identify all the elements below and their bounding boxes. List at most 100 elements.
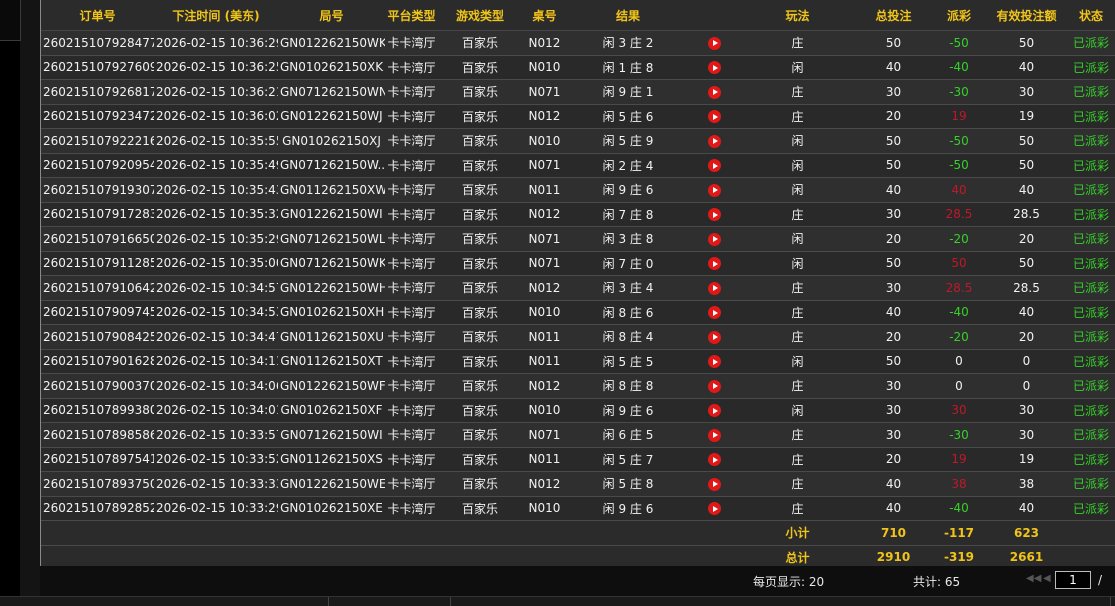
- payout-cell: -40: [931, 55, 987, 80]
- table-row[interactable]: 260215107910642 2026-02-15 10:34:57 GN0122…: [41, 275, 1115, 301]
- table-row[interactable]: 260215107911285 2026-02-15 10:35:00 GN0712…: [41, 251, 1115, 276]
- table-row[interactable]: 260215107922216 2026-02-15 10:35:55 GN0102…: [41, 128, 1115, 154]
- order-id-cell: 260215107919307: [41, 177, 154, 203]
- play-type-cell: 闲: [739, 128, 856, 154]
- valid-bet-cell: 38: [987, 471, 1066, 497]
- table-row[interactable]: 260215107908425 2026-02-15 10:34:47 GN0112…: [41, 324, 1115, 350]
- game-type-cell: 百家乐: [438, 251, 522, 276]
- play-circle-icon[interactable]: [707, 281, 721, 295]
- table-row[interactable]: 260215107892852 2026-02-15 10:33:29 GN0102…: [41, 496, 1115, 521]
- play-circle-icon[interactable]: [707, 134, 721, 148]
- result-video-cell: [689, 275, 739, 301]
- play-circle-icon[interactable]: [707, 159, 721, 173]
- table-row[interactable]: 260215107901628 2026-02-15 10:34:11 GN0112…: [41, 349, 1115, 374]
- bet-time-cell: 2026-02-15 10:35:32: [154, 202, 278, 227]
- game-type-cell: 百家乐: [438, 202, 522, 227]
- result-cell: 闲 9 庄 6: [567, 496, 689, 521]
- table-number-cell: N071: [522, 226, 567, 252]
- result-cell: 闲 3 庄 8: [567, 226, 689, 252]
- status-cell: 已派彩: [1066, 104, 1115, 129]
- table-number-cell: N010: [522, 398, 567, 423]
- total-bet-cell: 50: [856, 349, 931, 374]
- table-number-cell: N071: [522, 153, 567, 178]
- platform-cell: 卡卡湾厅: [385, 324, 438, 350]
- table-row[interactable]: 260215107917283 2026-02-15 10:35:32 GN0122…: [41, 202, 1115, 227]
- valid-bet-cell: 28.5: [987, 202, 1066, 227]
- prev-page-icon[interactable]: ◀: [1043, 573, 1051, 584]
- status-cell: 已派彩: [1066, 153, 1115, 178]
- result-cell: 闲 6 庄 5: [567, 422, 689, 448]
- play-type-cell: 庄: [739, 275, 856, 301]
- play-circle-icon[interactable]: [707, 502, 721, 516]
- table-number-cell: N071: [522, 251, 567, 276]
- table-row[interactable]: 260215107900370 2026-02-15 10:34:06 GN0122…: [41, 373, 1115, 399]
- play-circle-icon[interactable]: [707, 36, 721, 50]
- first-page-icon[interactable]: ◀◀: [1026, 573, 1041, 584]
- result-video-cell: [689, 447, 739, 472]
- table-row[interactable]: 260215107897541 2026-02-15 10:33:52 GN0112…: [41, 447, 1115, 472]
- table-number-cell: N071: [522, 79, 567, 105]
- platform-cell: 卡卡湾厅: [385, 226, 438, 252]
- game-type-cell: 百家乐: [438, 422, 522, 448]
- payout-cell: -20: [931, 226, 987, 252]
- game-type-cell: 百家乐: [438, 104, 522, 129]
- table-row[interactable]: 260215107928477 2026-02-15 10:36:29 GN0122…: [41, 30, 1115, 56]
- status-cell: 已派彩: [1066, 79, 1115, 105]
- result-cell: 闲 5 庄 8: [567, 471, 689, 497]
- table-row[interactable]: 260215107923472 2026-02-15 10:36:02 GN0122…: [41, 104, 1115, 129]
- table-row[interactable]: 260215107920954 2026-02-15 10:35:49 GN0712…: [41, 153, 1115, 178]
- round-id-cell: GN071262150WI: [278, 422, 385, 448]
- status-cell: 已派彩: [1066, 349, 1115, 374]
- result-cell: 闲 5 庄 6: [567, 104, 689, 129]
- status-cell: 已派彩: [1066, 447, 1115, 472]
- status-cell: 已派彩: [1066, 128, 1115, 154]
- total-bet-cell: 30: [856, 202, 931, 227]
- left-rail-tab[interactable]: [0, 0, 21, 41]
- table-row[interactable]: 260215107898586 2026-02-15 10:33:57 GN0712…: [41, 422, 1115, 448]
- play-circle-icon[interactable]: [707, 379, 721, 393]
- table-row[interactable]: 260215107909745 2026-02-15 10:34:53 GN0102…: [41, 300, 1115, 325]
- platform-cell: 卡卡湾厅: [385, 398, 438, 423]
- play-circle-icon[interactable]: [707, 208, 721, 222]
- play-circle-icon[interactable]: [707, 61, 721, 75]
- play-circle-icon[interactable]: [707, 183, 721, 197]
- play-circle-icon[interactable]: [707, 110, 721, 124]
- game-type-cell: 百家乐: [438, 153, 522, 178]
- play-type-cell: 闲: [739, 55, 856, 80]
- play-circle-icon[interactable]: [707, 330, 721, 344]
- bet-time-cell: 2026-02-15 10:35:43: [154, 177, 278, 203]
- subtotal-label: 小计: [739, 520, 856, 546]
- table-row[interactable]: 260215107927609 2026-02-15 10:36:25 GN0102…: [41, 55, 1115, 80]
- bet-time-cell: 2026-02-15 10:33:29: [154, 496, 278, 521]
- play-circle-icon[interactable]: [707, 306, 721, 320]
- table-number-cell: N012: [522, 471, 567, 497]
- table-row[interactable]: 260215107899380 2026-02-15 10:34:01 GN0102…: [41, 398, 1115, 423]
- bet-time-cell: 2026-02-15 10:35:55: [154, 128, 278, 154]
- total-bet-cell: 30: [856, 275, 931, 301]
- page-number-input[interactable]: [1055, 571, 1091, 589]
- table-row[interactable]: 260215107916650 2026-02-15 10:35:29 GN0712…: [41, 226, 1115, 252]
- round-id-cell: GN011262150XW: [278, 177, 385, 203]
- play-circle-icon[interactable]: [707, 257, 721, 271]
- result-cell: 闲 7 庄 0: [567, 251, 689, 276]
- order-id-cell: 260215107901628: [41, 349, 154, 374]
- play-circle-icon[interactable]: [707, 453, 721, 467]
- play-circle-icon[interactable]: [707, 355, 721, 369]
- play-circle-icon[interactable]: [707, 404, 721, 418]
- table-row[interactable]: 260215107919307 2026-02-15 10:35:43 GN0112…: [41, 177, 1115, 203]
- play-circle-icon[interactable]: [707, 232, 721, 246]
- game-type-cell: 百家乐: [438, 471, 522, 497]
- play-circle-icon[interactable]: [707, 85, 721, 99]
- play-type-cell: 闲: [739, 153, 856, 178]
- table-row[interactable]: 260215107893750 2026-02-15 10:33:33 GN0122…: [41, 471, 1115, 497]
- play-circle-icon[interactable]: [707, 428, 721, 442]
- column-header-3: 平台类型: [385, 0, 438, 31]
- play-type-cell: 闲: [739, 349, 856, 374]
- result-video-cell: [689, 373, 739, 399]
- play-type-cell: 庄: [739, 496, 856, 521]
- table-row[interactable]: 260215107926817 2026-02-15 10:36:21 GN0712…: [41, 79, 1115, 105]
- payout-cell: -20: [931, 324, 987, 350]
- status-cell: 已派彩: [1066, 496, 1115, 521]
- play-circle-icon[interactable]: [707, 477, 721, 491]
- total-bet-cell: 40: [856, 55, 931, 80]
